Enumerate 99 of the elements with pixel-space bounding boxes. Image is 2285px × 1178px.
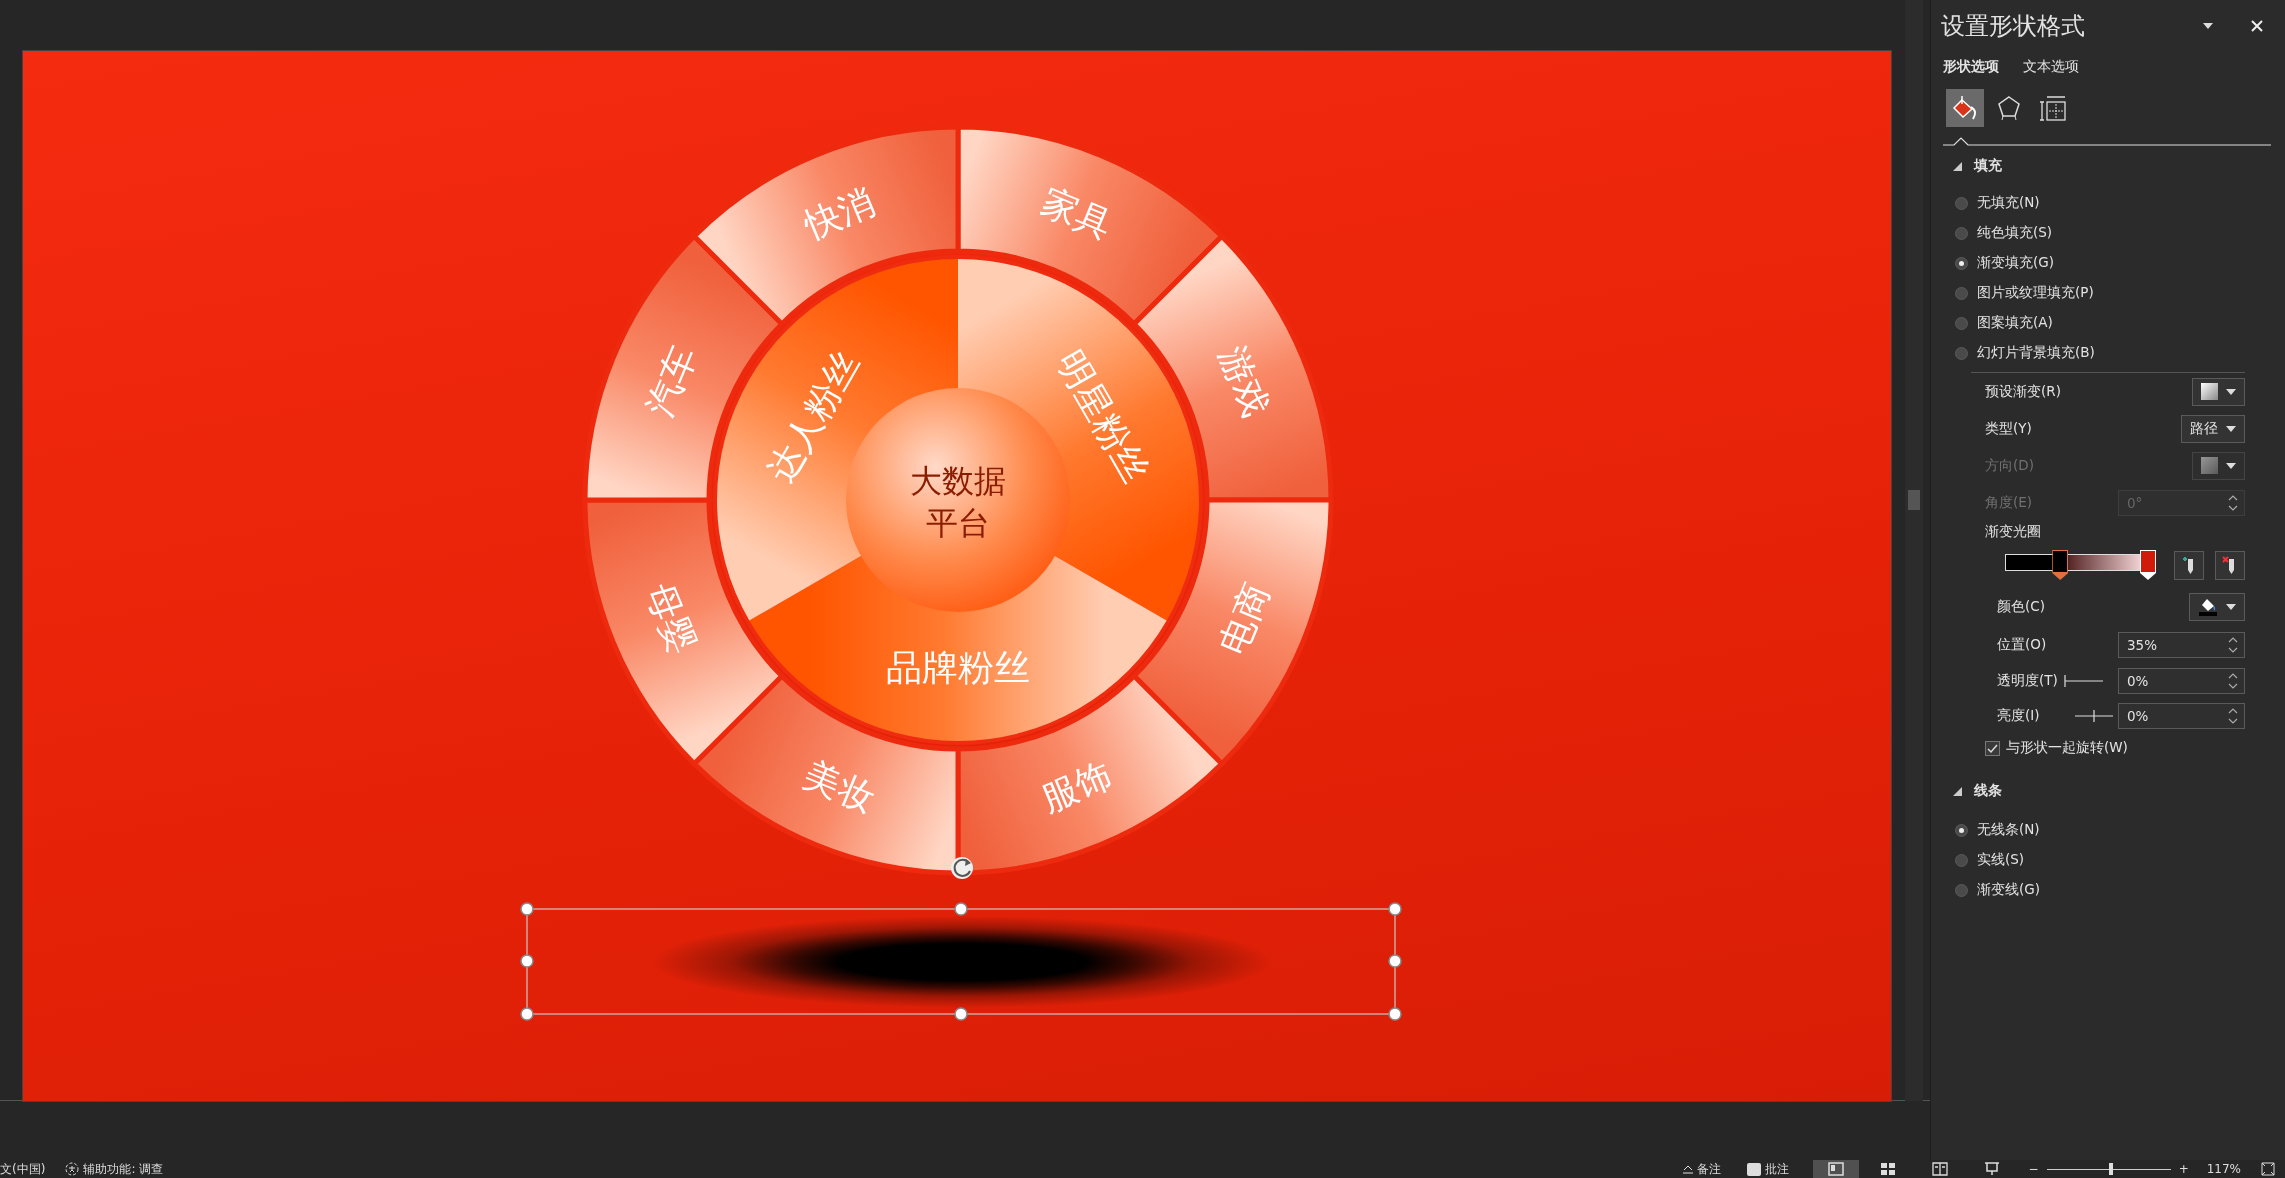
segment-label: 家具 (1035, 180, 1118, 247)
rotate-handle[interactable] (951, 857, 973, 879)
accessibility-icon (65, 1162, 80, 1176)
reading-view-icon (1931, 1162, 1948, 1176)
radio-label[interactable]: 图案填充(A) (1977, 314, 2053, 332)
resize-handle[interactable] (954, 1007, 968, 1021)
field-label: 亮度(I) (1997, 706, 2040, 725)
spinner-icon[interactable] (2228, 635, 2238, 655)
field-label: 预设渐变(R) (1985, 382, 2061, 401)
resize-handle[interactable] (520, 954, 534, 968)
direction-button[interactable] (2192, 451, 2245, 480)
radio-label[interactable]: 纯色填充(S) (1977, 224, 2053, 242)
segment-label: 电商 (1211, 577, 1278, 660)
gradient-stop[interactable] (2140, 550, 2156, 580)
radio-label[interactable]: 无线条(N) (1977, 821, 2040, 839)
comment-icon (1746, 1162, 1761, 1176)
pane-title: 设置形状格式 (1941, 11, 2086, 42)
slider-thumb[interactable] (2109, 1163, 2114, 1175)
checkbox[interactable] (1985, 740, 2000, 756)
field-label: 方向(D) (1985, 456, 2034, 475)
fit-to-window-icon[interactable] (2261, 1162, 2275, 1176)
collapse-triangle-icon[interactable] (1953, 786, 1962, 796)
dropdown[interactable]: 路径 (2181, 414, 2245, 443)
resize-handle[interactable] (520, 902, 534, 916)
add-stop-button[interactable] (2174, 550, 2204, 580)
input-field[interactable]: 35% (2118, 632, 2245, 658)
segment-label: 明星粉丝 (1048, 343, 1157, 490)
segment-label: 汽车 (638, 340, 705, 423)
center-label: 大数据 平台 (910, 462, 1006, 542)
field-label: 颜色(C) (1997, 598, 2045, 616)
tab[interactable]: 形状选项 (1943, 58, 1999, 76)
segment-label: 游戏 (1211, 340, 1278, 423)
radio-button[interactable] (1955, 853, 1968, 867)
radio-label[interactable]: 幻灯片背景填充(B) (1977, 344, 2095, 362)
slider-icon[interactable] (2063, 673, 2104, 688)
paint-bucket-icon (2198, 597, 2218, 617)
radio-button[interactable] (1955, 823, 1968, 837)
segment-label: 快消 (798, 180, 881, 247)
normal-view-icon (1827, 1162, 1844, 1176)
scrollbar[interactable] (1905, 0, 1923, 1101)
zoom-in-button[interactable]: + (2178, 1162, 2189, 1176)
input-field[interactable]: 0% (2118, 702, 2245, 729)
input-field[interactable]: 0% (2118, 667, 2245, 694)
resize-handle[interactable] (1388, 954, 1402, 968)
field-label: 角度(E) (1985, 493, 2033, 512)
segment-label: 母婴 (638, 577, 705, 660)
section-title: 线条 (1974, 782, 2002, 800)
radio-label[interactable]: 无填充(N) (1977, 194, 2040, 212)
segment-label: 达人粉丝 (759, 343, 868, 490)
accessibility-status[interactable]: 辅助功能: 调查 (83, 1160, 164, 1178)
tab[interactable]: 文本选项 (2023, 58, 2079, 76)
radio-label[interactable]: 实线(S) (1977, 851, 2025, 869)
caret-icon[interactable] (2203, 23, 2213, 29)
caret-icon (2226, 388, 2236, 395)
sorter-view-icon (1879, 1162, 1896, 1176)
field-label: 类型(Y) (1985, 419, 2032, 438)
normal-view-button[interactable] (1812, 1160, 1859, 1178)
preset-gradient-button[interactable] (2192, 377, 2245, 406)
resize-handle[interactable] (954, 902, 968, 916)
radio-label[interactable]: 图片或纹理填充(P) (1977, 284, 2094, 302)
segment-label: 服饰 (1035, 753, 1118, 820)
radio-button[interactable] (1955, 196, 1968, 210)
radio-button[interactable] (1955, 256, 1968, 270)
resize-handle[interactable] (520, 1007, 534, 1021)
caret-up-icon (1682, 1164, 1693, 1174)
slideshow-view-icon (1983, 1162, 2000, 1176)
radio-button[interactable] (1955, 226, 1968, 240)
radio-label[interactable]: 渐变填充(G) (1977, 254, 2054, 272)
radio-button[interactable] (1955, 883, 1968, 897)
slider-icon[interactable] (2073, 708, 2114, 723)
caret-icon (2226, 425, 2236, 432)
gradient-swatch-icon (2201, 457, 2218, 474)
field-label: 透明度(T) (1997, 671, 2058, 690)
close-icon[interactable] (2251, 20, 2263, 32)
caret-icon (2226, 604, 2236, 610)
radio-label[interactable]: 渐变线(G) (1977, 881, 2040, 899)
gradient-stop[interactable] (2052, 550, 2069, 580)
collapse-triangle-icon[interactable] (1953, 161, 1962, 171)
radio-button[interactable] (1955, 286, 1968, 300)
color-picker-button[interactable] (2189, 593, 2245, 621)
resize-handle[interactable] (1388, 1007, 1402, 1021)
gradient-swatch-icon (2201, 383, 2218, 400)
radio-button[interactable] (1955, 346, 1968, 360)
field-label: 位置(O) (1997, 636, 2047, 654)
zoom-level[interactable]: 117% (2206, 1162, 2241, 1176)
paint-bucket-icon[interactable] (1946, 89, 1984, 127)
language-status[interactable]: 文(中国) (0, 1160, 46, 1178)
radio-button[interactable] (1955, 316, 1968, 330)
comments-button[interactable]: 批注 (1764, 1160, 1789, 1178)
field-label: 渐变光圈 (1985, 523, 2041, 541)
checkbox-label[interactable]: 与形状一起旋转(W) (2006, 739, 2128, 757)
segment-label: 品牌粉丝 (886, 646, 1030, 688)
resize-handle[interactable] (1388, 902, 1402, 916)
caret-icon (2226, 462, 2236, 469)
notes-button[interactable]: 备注 (1696, 1160, 1721, 1178)
zoom-out-button[interactable]: − (2028, 1162, 2039, 1176)
section-title: 填充 (1974, 157, 2002, 175)
remove-stop-button[interactable] (2215, 550, 2245, 580)
segment-label: 美妆 (798, 753, 881, 820)
